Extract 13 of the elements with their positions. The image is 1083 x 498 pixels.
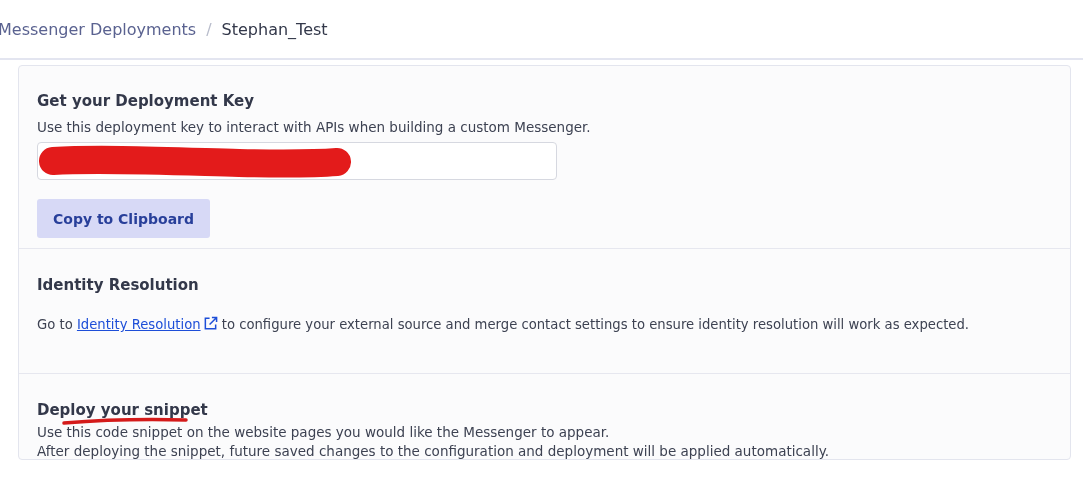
section-text: Go to Identity Resolution to configure your external source and merge contact settings to ensure identity resolution will work as expected.	[37, 316, 970, 332]
breadcrumb-current: Stephan_Test	[221, 19, 328, 39]
section-text: After deploying the snippet, future saved changes to the configuration and deployment will be applied automatically.	[37, 443, 830, 459]
breadcrumb-link[interactable]: Messenger Deployments	[0, 19, 197, 39]
section-text: Use this code snippet on the website pages you would like the Messenger to appear.	[37, 424, 611, 440]
section-title: Get your Deployment Key	[37, 92, 256, 110]
section-description: Use this deployment key to interact with APIs when building a custom Messenger.	[37, 119, 592, 135]
copy-button[interactable]: Copy to Clipboard	[37, 199, 210, 238]
identity-resolution-link[interactable]: Identity Resolution	[76, 317, 218, 332]
breadcrumb-separator: /	[206, 19, 212, 39]
external-link-icon	[202, 316, 218, 331]
section-title: Identity Resolution	[37, 276, 200, 294]
section-title: Deploy your snippet	[37, 401, 208, 419]
